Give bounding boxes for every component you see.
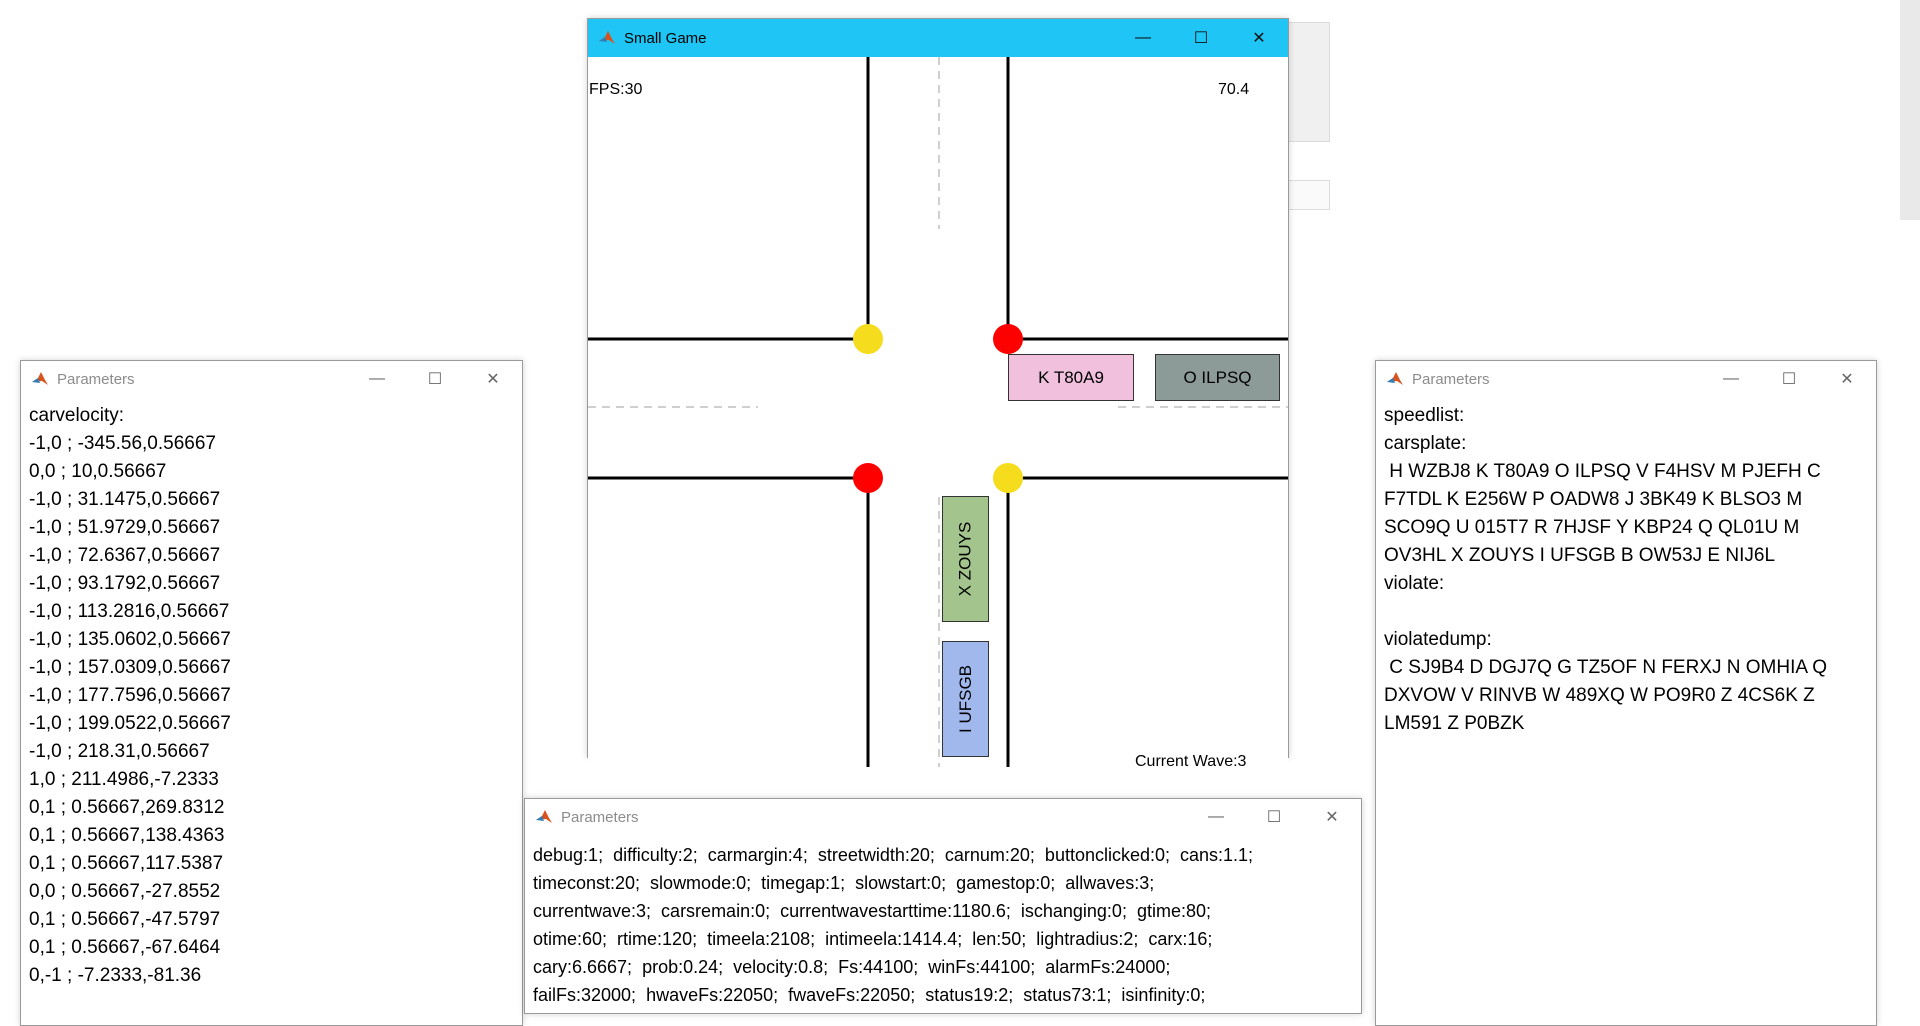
text-line: 0,1 ; 0.56667,-47.5797 bbox=[29, 909, 221, 930]
parameters-titlebar[interactable]: Parameters — ☐ ✕ bbox=[21, 361, 522, 397]
maximize-button[interactable]: ☐ bbox=[406, 361, 464, 397]
parameters-titlebar[interactable]: Parameters — ☐ ✕ bbox=[1376, 361, 1876, 397]
parameters-window-title: Parameters bbox=[57, 370, 135, 388]
current-wave-label: Current Wave:3 bbox=[1135, 753, 1247, 767]
text-line: -1,0 ; 51.9729,0.56667 bbox=[29, 517, 221, 538]
text-line: 0,1 ; 0.56667,269.8312 bbox=[29, 797, 225, 818]
text-line: -1,0 ; 135.0602,0.56667 bbox=[29, 629, 231, 650]
car-plate: X ZOUYS bbox=[955, 521, 975, 597]
text-line: -1,0 ; 218.31,0.56667 bbox=[29, 741, 210, 762]
text-line: -1,0 ; 177.7596,0.56667 bbox=[29, 685, 231, 706]
text-line: carvelocity: bbox=[29, 405, 125, 426]
text-line: violatedump: bbox=[1384, 629, 1492, 650]
text-line: H WZBJ8 K T80A9 O ILPSQ V F4HSV M PJEFH … bbox=[1384, 461, 1821, 482]
car-k-t80a9: K T80A9 bbox=[1008, 354, 1134, 401]
text-line: 0,1 ; 0.56667,138.4363 bbox=[29, 825, 225, 846]
text-line: 0,-1 ; -7.2333,-81.36 bbox=[29, 965, 202, 986]
text-line: 0,0 ; 10,0.56667 bbox=[29, 461, 167, 482]
text-line: 0,0 ; 0.56667,-27.8552 bbox=[29, 881, 221, 902]
game-parameters-text: debug:1; difficulty:2; carmargin:4; stre… bbox=[533, 841, 1353, 1009]
text-line: DXVOW V RINVB W 489XQ W PO9R0 Z 4CS6K Z bbox=[1384, 685, 1815, 706]
matlab-icon bbox=[599, 31, 615, 44]
game-window-title: Small Game bbox=[624, 29, 707, 47]
close-button[interactable]: ✕ bbox=[1230, 19, 1288, 57]
text-line: -1,0 ; 113.2816,0.56667 bbox=[29, 601, 230, 622]
minimize-button[interactable]: — bbox=[1114, 19, 1172, 57]
text-line: failFs:32000; hwaveFs:22050; fwaveFs:220… bbox=[533, 985, 1206, 1005]
text-line: cary:6.6667; prob:0.24; velocity:0.8; Fs… bbox=[533, 957, 1171, 977]
text-line: timeconst:20; slowmode:0; timegap:1; slo… bbox=[533, 873, 1155, 893]
traffic-light-top-left[interactable] bbox=[853, 324, 883, 354]
text-line: 1,0 ; 211.4986,-7.2333 bbox=[29, 769, 219, 790]
matlab-icon bbox=[536, 810, 552, 823]
text-line: 0,1 ; 0.56667,117.5387 bbox=[29, 853, 224, 874]
text-line: C SJ9B4 D DGJ7Q G TZ5OF N FERXJ N OMHIA … bbox=[1384, 657, 1828, 678]
carvelocity-text: carvelocity: -1,0 ; -345.56,0.56667 0,0 ; … bbox=[29, 402, 514, 990]
minimize-button[interactable]: — bbox=[348, 361, 406, 397]
matlab-icon bbox=[32, 372, 48, 385]
maximize-button[interactable]: ☐ bbox=[1172, 19, 1230, 57]
car-plate: K T80A9 bbox=[1038, 367, 1104, 387]
close-button[interactable]: ✕ bbox=[464, 361, 522, 397]
game-window: Small Game — ☐ ✕ K T80A9 O ILPSQ X ZOUYS… bbox=[587, 18, 1289, 767]
parameters-window-bottom: Parameters — ☐ ✕ debug:1; difficulty:2; … bbox=[524, 798, 1362, 1014]
text-line: currentwave:3; carsremain:0; currentwave… bbox=[533, 901, 1211, 921]
minimize-button[interactable]: — bbox=[1702, 361, 1760, 397]
background-window-edge bbox=[1900, 0, 1920, 220]
text-line: -1,0 ; 199.0522,0.56667 bbox=[29, 713, 231, 734]
top-right-value: 70.4 bbox=[1218, 81, 1250, 98]
text-line: violate: bbox=[1384, 573, 1445, 594]
parameters-window-right: Parameters — ☐ ✕ speedlist: carsplate: H … bbox=[1375, 360, 1877, 1026]
car-i-ufsgb: I UFSGB bbox=[942, 641, 989, 757]
text-line: otime:60; rtime:120; timeela:2108; intim… bbox=[533, 929, 1213, 949]
game-titlebar[interactable]: Small Game — ☐ ✕ bbox=[588, 19, 1288, 57]
parameters-window-title: Parameters bbox=[561, 808, 639, 826]
carsplate-text: speedlist: carsplate: H WZBJ8 K T80A9 O I… bbox=[1384, 402, 1868, 738]
minimize-button[interactable]: — bbox=[1187, 799, 1245, 835]
car-x-zouys: X ZOUYS bbox=[942, 496, 989, 622]
text-line: -1,0 ; 31.1475,0.56667 bbox=[29, 489, 221, 510]
game-canvas[interactable]: K T80A9 O ILPSQ X ZOUYS I UFSGB FPS:30 7… bbox=[588, 57, 1288, 767]
text-line: -1,0 ; 72.6367,0.56667 bbox=[29, 545, 221, 566]
intersection-road bbox=[588, 57, 1288, 767]
text-line: -1,0 ; 93.1792,0.56667 bbox=[29, 573, 221, 594]
matlab-icon bbox=[1387, 372, 1403, 385]
car-plate: O ILPSQ bbox=[1183, 367, 1252, 387]
parameters-window-left: Parameters — ☐ ✕ carvelocity: -1,0 ; -345… bbox=[20, 360, 523, 1026]
text-line: LM591 Z P0BZK bbox=[1384, 713, 1525, 734]
traffic-light-top-right[interactable] bbox=[993, 324, 1023, 354]
text-line: speedlist: bbox=[1384, 405, 1465, 426]
text-line: carsplate: bbox=[1384, 433, 1467, 454]
fps-label: FPS:30 bbox=[589, 81, 643, 98]
text-line: OV3HL X ZOUYS I UFSGB B OW53J E NIJ6L bbox=[1384, 545, 1776, 566]
car-plate: I UFSGB bbox=[955, 664, 975, 734]
text-line: SCO9Q U 015T7 R 7HJSF Y KBP24 Q QL01U M bbox=[1384, 517, 1800, 538]
close-button[interactable]: ✕ bbox=[1303, 799, 1361, 835]
traffic-light-bottom-left[interactable] bbox=[853, 463, 883, 493]
text-line: 0,1 ; 0.56667,-67.6464 bbox=[29, 937, 221, 958]
close-button[interactable]: ✕ bbox=[1818, 361, 1876, 397]
parameters-titlebar[interactable]: Parameters — ☐ ✕ bbox=[525, 799, 1361, 835]
text-line: debug:1; difficulty:2; carmargin:4; stre… bbox=[533, 845, 1254, 865]
maximize-button[interactable]: ☐ bbox=[1760, 361, 1818, 397]
text-line: F7TDL K E256W P OADW8 J 3BK49 K BLSO3 M bbox=[1384, 489, 1803, 510]
maximize-button[interactable]: ☐ bbox=[1245, 799, 1303, 835]
text-line: -1,0 ; -345.56,0.56667 bbox=[29, 433, 216, 454]
parameters-window-title: Parameters bbox=[1412, 370, 1490, 388]
text-line: -1,0 ; 157.0309,0.56667 bbox=[29, 657, 231, 678]
text-line bbox=[1384, 598, 1868, 626]
traffic-light-bottom-right[interactable] bbox=[993, 463, 1023, 493]
car-o-ilpsq: O ILPSQ bbox=[1155, 354, 1280, 401]
